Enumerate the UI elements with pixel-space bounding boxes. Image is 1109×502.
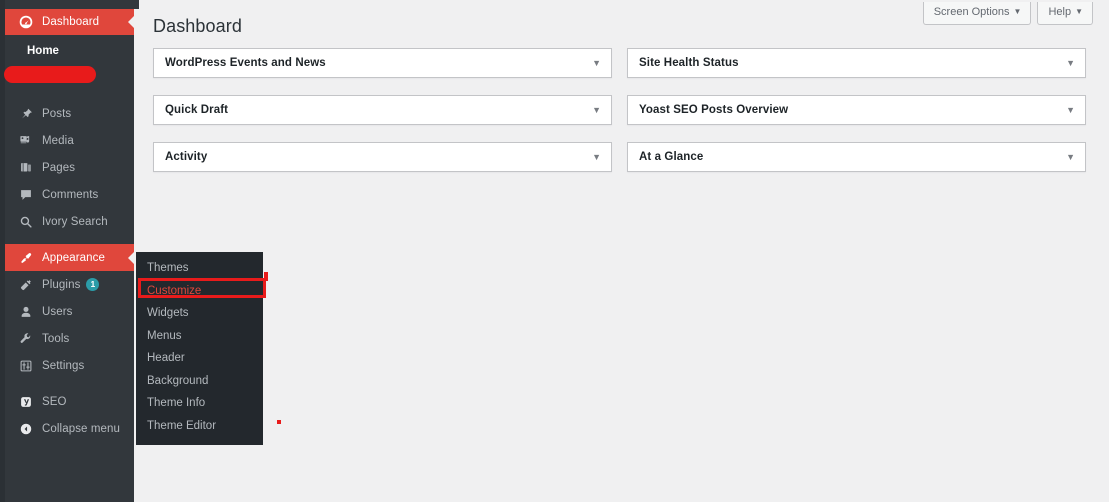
sidebar-item-label: Dashboard [42,16,99,28]
menu-separator [5,91,134,100]
sidebar-item-label: Tools [42,333,69,345]
sidebar-item-label: Pages [42,162,75,174]
annotation-highlight-box [138,278,266,298]
media-icon [16,132,35,150]
sidebar-item-label: Users [42,306,73,318]
widget-at-a-glance[interactable]: At a Glance ▼ [627,142,1086,172]
user-icon [16,303,35,321]
sidebar-item-pages[interactable]: Pages [5,154,134,181]
annotation-tick-mark [264,272,268,281]
flyout-item-themes[interactable]: Themes [136,257,263,280]
flyout-item-label: Widgets [147,307,189,319]
flyout-item-menus[interactable]: Menus [136,325,263,348]
chevron-down-icon[interactable]: ▼ [592,153,601,162]
sidebar-item-media[interactable]: Media [5,127,134,154]
chevron-down-icon[interactable]: ▼ [1066,59,1075,68]
sidebar-item-posts[interactable]: Posts [5,100,134,127]
sidebar-item-label: Posts [42,108,71,120]
widget-title: Yoast SEO Posts Overview [639,104,788,116]
dashboard-icon [16,13,35,31]
chevron-down-icon: ▼ [1075,7,1083,16]
dashboard-column-left: WordPress Events and News ▼ Quick Draft … [153,48,612,189]
widget-title: WordPress Events and News [165,57,326,69]
screen-options-button[interactable]: Screen Options ▼ [923,2,1032,25]
submenu-item-label: Home [27,45,59,57]
submenu-item-home[interactable]: Home [5,40,134,62]
widget-title: Quick Draft [165,104,228,116]
sidebar-item-seo[interactable]: SEO [5,388,134,415]
screen-options-label: Screen Options [934,6,1010,18]
sidebar-item-label: Media [42,135,74,147]
page-title: Dashboard [153,16,242,37]
help-label: Help [1048,6,1071,18]
comment-icon [16,186,35,204]
main-content: Screen Options ▼ Help ▼ Dashboard WordPres… [134,2,1109,502]
sidebar-item-label: Comments [42,189,98,201]
widget-activity[interactable]: Activity ▼ [153,142,612,172]
yoast-icon [16,393,35,411]
pages-icon [16,159,35,177]
annotation-scribble [4,66,96,83]
sidebar-item-label: Plugins [42,279,80,291]
flyout-item-background[interactable]: Background [136,370,263,393]
sliders-icon [16,357,35,375]
widget-site-health-status[interactable]: Site Health Status ▼ [627,48,1086,78]
plugins-update-badge: 1 [86,278,99,291]
chevron-left-circle-icon [16,420,35,438]
menu-separator [5,235,134,244]
admin-bar [10,0,139,9]
sidebar-item-label: Collapse menu [42,423,120,435]
annotation-dot [277,420,281,424]
widget-title: Activity [165,151,207,163]
sidebar-item-appearance[interactable]: Appearance [5,244,134,271]
sidebar-item-users[interactable]: Users [5,298,134,325]
menu-separator [5,379,134,388]
widget-wordpress-events-and-news[interactable]: WordPress Events and News ▼ [153,48,612,78]
flyout-item-label: Theme Editor [147,420,216,432]
chevron-down-icon[interactable]: ▼ [1066,153,1075,162]
widget-title: At a Glance [639,151,703,163]
flyout-item-theme-info[interactable]: Theme Info [136,392,263,415]
sidebar-item-label: Ivory Search [42,216,108,228]
chevron-down-icon: ▼ [1014,7,1022,16]
chevron-down-icon[interactable]: ▼ [592,106,601,115]
sidebar-item-dashboard[interactable]: Dashboard [5,9,134,35]
sidebar-item-collapse-menu[interactable]: Collapse menu [5,415,134,442]
sidebar-item-comments[interactable]: Comments [5,181,134,208]
wrench-icon [16,330,35,348]
screen-meta-links: Screen Options ▼ Help ▼ [923,2,1093,25]
chevron-down-icon[interactable]: ▼ [592,59,601,68]
sidebar-item-label: Settings [42,360,84,372]
sidebar-item-settings[interactable]: Settings [5,352,134,379]
flyout-item-label: Themes [147,262,189,274]
help-button[interactable]: Help ▼ [1037,2,1093,25]
widget-quick-draft[interactable]: Quick Draft ▼ [153,95,612,125]
pin-icon [16,105,35,123]
sidebar-item-plugins[interactable]: Plugins 1 [5,271,134,298]
search-icon [16,213,35,231]
flyout-item-label: Menus [147,330,182,342]
sidebar-item-ivory-search[interactable]: Ivory Search [5,208,134,235]
chevron-down-icon[interactable]: ▼ [1066,106,1075,115]
flyout-item-label: Background [147,375,208,387]
flyout-item-label: Theme Info [147,397,205,409]
dashboard-column-right: Site Health Status ▼ Yoast SEO Posts Ove… [627,48,1086,189]
dashboard-widgets: WordPress Events and News ▼ Quick Draft … [153,48,1093,189]
sidebar-item-label: SEO [42,396,67,408]
flyout-item-header[interactable]: Header [136,347,263,370]
widget-title: Site Health Status [639,57,739,69]
paintbrush-icon [16,249,35,267]
flyout-item-theme-editor[interactable]: Theme Editor [136,415,263,438]
sidebar-item-tools[interactable]: Tools [5,325,134,352]
flyout-item-widgets[interactable]: Widgets [136,302,263,325]
flyout-item-label: Header [147,352,185,364]
widget-yoast-seo-posts-overview[interactable]: Yoast SEO Posts Overview ▼ [627,95,1086,125]
plug-icon [16,276,35,294]
sidebar-item-label: Appearance [42,252,105,264]
